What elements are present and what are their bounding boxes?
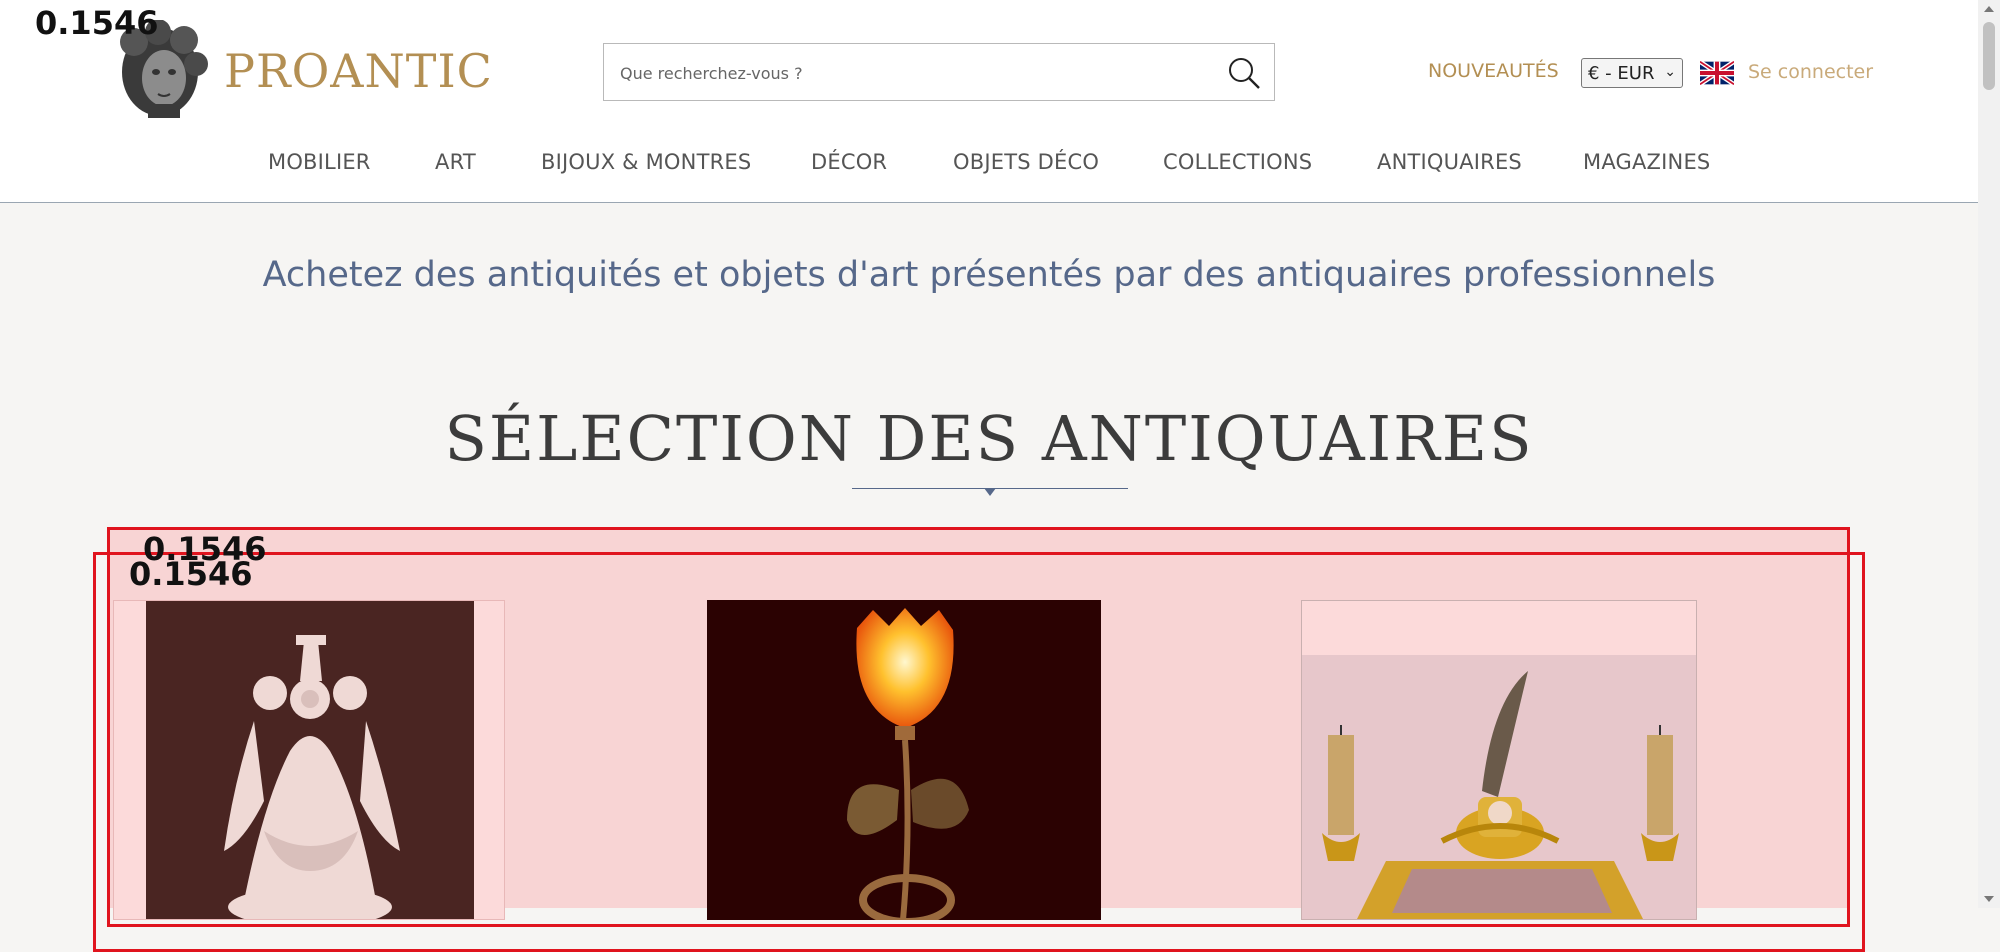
currency-select[interactable]: € - EUR ⌄ <box>1581 58 1683 88</box>
search-box <box>603 43 1275 102</box>
hero-tagline: Achetez des antiquités et objets d'art p… <box>262 255 1716 295</box>
nav-item-collections[interactable]: COLLECTIONS <box>1163 150 1312 174</box>
scroll-down-icon[interactable] <box>1984 896 1994 902</box>
section-title: SÉLECTION DES ANTIQUAIRES <box>444 402 1534 475</box>
overlay-score-frame-b: 0.1546 <box>129 555 253 593</box>
brand-logo-text[interactable]: PROANTIC <box>224 44 493 98</box>
detection-frame-inner <box>93 552 1865 952</box>
nav-item-bijoux-montres[interactable]: BIJOUX & MONTRES <box>541 150 751 174</box>
page-scrollbar[interactable] <box>1978 0 2000 908</box>
login-link[interactable]: Se connecter <box>1748 61 1873 83</box>
scroll-thumb[interactable] <box>1983 22 1995 90</box>
site-header: 0.1546 PROANTIC NOUVEAUTÉS € - EUR ⌄ Se … <box>0 0 1978 203</box>
scroll-up-icon[interactable] <box>1984 6 1994 12</box>
main-nav: MOBILIER ART BIJOUX & MONTRES DÉCOR OBJE… <box>0 150 1978 180</box>
divider-arrow-icon <box>984 488 996 496</box>
nav-item-decor[interactable]: DÉCOR <box>811 150 887 174</box>
nav-item-antiquaires[interactable]: ANTIQUAIRES <box>1377 150 1522 174</box>
nav-item-mobilier[interactable]: MOBILIER <box>268 150 371 174</box>
search-input[interactable] <box>618 44 1182 102</box>
nav-item-objets-deco[interactable]: OBJETS DÉCO <box>953 150 1099 174</box>
nav-item-magazines[interactable]: MAGAZINES <box>1583 150 1710 174</box>
overlay-score-logo: 0.1546 <box>35 4 159 42</box>
search-icon[interactable] <box>1226 55 1262 91</box>
currency-value: € - EUR <box>1588 62 1655 84</box>
uk-flag-icon[interactable] <box>1700 61 1734 85</box>
chevron-down-icon: ⌄ <box>1664 64 1676 80</box>
nouveautes-link[interactable]: NOUVEAUTÉS <box>1428 60 1559 82</box>
nav-item-art[interactable]: ART <box>435 150 476 174</box>
